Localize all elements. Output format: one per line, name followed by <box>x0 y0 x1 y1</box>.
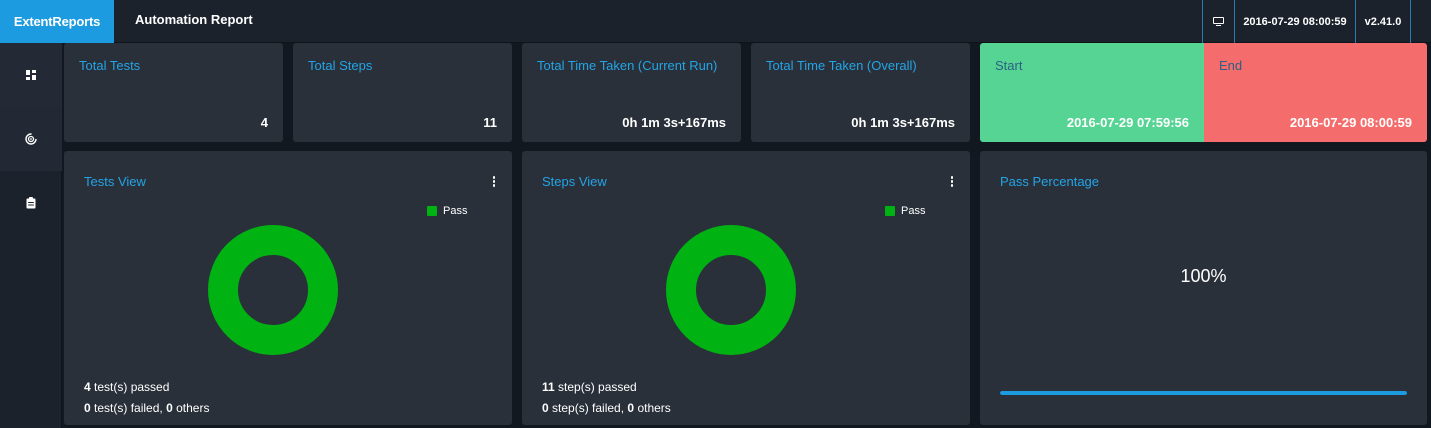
start-value: 2016-07-29 07:59:56 <box>1066 115 1189 130</box>
steps-legend[interactable]: Pass <box>885 205 925 217</box>
end-label: End <box>1219 58 1243 73</box>
steps-passed-count: 11 <box>542 380 555 394</box>
tests-donut-chart <box>208 225 338 355</box>
total-tests-value: 4 <box>260 115 268 130</box>
pass-progress-bar <box>1000 391 1407 395</box>
total-tests-label: Total Tests <box>79 58 141 73</box>
end-time-card: End 2016-07-29 08:00:59 <box>1204 43 1427 142</box>
total-steps-label: Total Steps <box>308 58 373 73</box>
pass-progress-fill <box>1000 391 1407 395</box>
tests-passed-text: test(s) passed <box>94 380 170 394</box>
steps-failed-text: step(s) failed, <box>552 401 625 415</box>
top-right-info: 2016-07-29 08:00:59 v2.41.0 <box>1202 0 1431 43</box>
version-label: v2.41.0 <box>1355 0 1411 43</box>
start-time-card: Start 2016-07-29 07:59:56 <box>980 43 1204 142</box>
tests-others-count: 0 <box>166 401 173 415</box>
pass-percentage-card: Pass Percentage 100% <box>980 151 1427 425</box>
tests-view-title: Tests View <box>84 174 146 189</box>
more-options-icon[interactable] <box>950 176 954 187</box>
pass-percentage-value: 100% <box>1180 266 1227 286</box>
report-title: Automation Report <box>135 12 253 27</box>
time-current-value: 0h 1m 3s+167ms <box>622 115 726 130</box>
legend-swatch <box>427 206 437 216</box>
steps-passed-text: step(s) passed <box>558 380 637 394</box>
total-tests-card: Total Tests 4 <box>64 43 283 142</box>
sidebar-item-categories[interactable] <box>0 171 62 235</box>
monitor-button[interactable] <box>1202 0 1234 43</box>
top-navbar: ExtentReports Automation Report 2016-07-… <box>0 0 1431 43</box>
clipboard-icon <box>26 197 36 209</box>
steps-view-card: Steps View Pass 11 step(s) passed 0 step… <box>522 151 970 425</box>
time-current-card: Total Time Taken (Current Run) 0h 1m 3s+… <box>522 43 741 142</box>
steps-pass-slice[interactable] <box>666 225 796 355</box>
time-overall-value: 0h 1m 3s+167ms <box>851 115 955 130</box>
time-current-label: Total Time Taken (Current Run) <box>537 58 718 73</box>
steps-view-title: Steps View <box>542 174 607 189</box>
tests-summary: 4 test(s) passed 0 test(s) failed, 0 oth… <box>84 377 209 419</box>
end-value: 2016-07-29 08:00:59 <box>1289 115 1412 130</box>
start-label: Start <box>995 58 1023 73</box>
steps-failed-count: 0 <box>542 401 549 415</box>
tests-legend[interactable]: Pass <box>427 205 467 217</box>
steps-summary: 11 step(s) passed 0 step(s) failed, 0 ot… <box>542 377 671 419</box>
legend-swatch <box>885 206 895 216</box>
total-steps-card: Total Steps 11 <box>293 43 512 142</box>
tests-failed-count: 0 <box>84 401 91 415</box>
sidebar <box>0 43 62 428</box>
report-datetime: 2016-07-29 08:00:59 <box>1234 0 1355 43</box>
steps-others-count: 0 <box>627 401 635 415</box>
brand-logo[interactable]: ExtentReports <box>0 0 114 43</box>
sidebar-item-dashboard[interactable] <box>0 43 62 107</box>
steps-donut-chart <box>666 225 796 355</box>
pass-percentage-title: Pass Percentage <box>1000 174 1100 189</box>
legend-label: Pass <box>901 205 926 217</box>
total-steps-value: 11 <box>483 115 497 130</box>
monitor-icon <box>1213 16 1224 27</box>
dashboard-icon <box>26 70 36 80</box>
tests-view-card: Tests View Pass 4 test(s) passed 0 test(… <box>64 151 512 425</box>
time-overall-card: Total Time Taken (Overall) 0h 1m 3s+167m… <box>751 43 970 142</box>
radar-icon <box>25 133 37 145</box>
steps-others-text: others <box>637 401 671 415</box>
sidebar-item-tests[interactable] <box>0 107 62 171</box>
tests-others-text: others <box>176 401 210 415</box>
tests-passed-count: 4 <box>84 380 91 394</box>
tests-failed-text: test(s) failed, <box>94 401 163 415</box>
more-options-icon[interactable] <box>492 176 496 187</box>
time-overall-label: Total Time Taken (Overall) <box>766 58 917 73</box>
legend-label: Pass <box>443 205 468 217</box>
tests-pass-slice[interactable] <box>208 225 338 355</box>
